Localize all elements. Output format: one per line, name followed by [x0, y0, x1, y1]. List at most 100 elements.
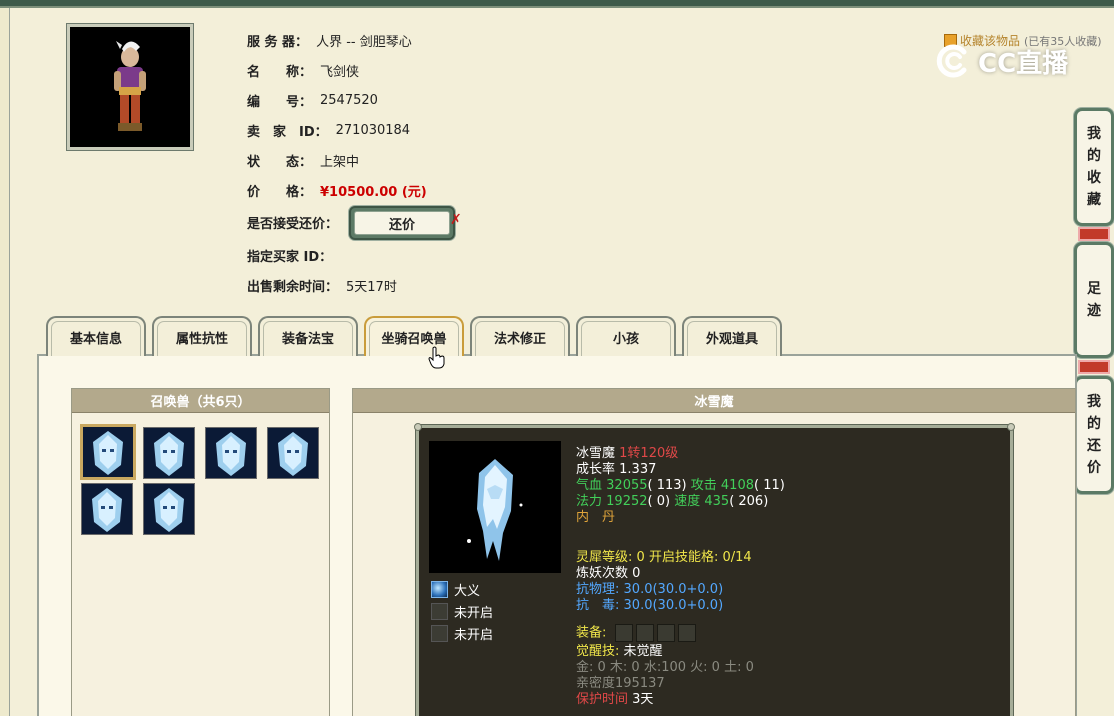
status-value: 上架中	[320, 154, 360, 170]
ice-demon-portrait-icon	[268, 428, 318, 478]
pet-detail-title: 冰雪魔	[353, 389, 1075, 413]
hand-cursor-icon	[428, 346, 445, 369]
lianyao-label: 炼妖次数	[576, 566, 629, 581]
atk-value: 4108	[720, 478, 754, 493]
bargain-label: 是否接受还价：	[247, 216, 339, 232]
my-favorites-button[interactable]: 我 的 收 藏	[1074, 108, 1114, 226]
side-char: 的	[1087, 148, 1101, 164]
pet-thumb[interactable]	[143, 483, 195, 535]
side-char: 收	[1087, 170, 1101, 186]
name-value: 飞剑侠	[320, 64, 360, 80]
remaining-label: 出售剩余时间：	[247, 279, 339, 295]
server-row: 服 务 器： 人界 -- 剑胆琴心	[247, 30, 412, 50]
tab-appearance[interactable]: 外观道具	[682, 316, 782, 356]
bargain-row: 是否接受还价：	[247, 212, 338, 232]
atk-label: 攻击	[690, 478, 717, 493]
server-label: 服 务 器：	[247, 34, 309, 50]
lingxi-row: 灵犀等级: 0 开启技能格: 0/14	[576, 550, 785, 566]
buyer-label: 指定买家 ID：	[247, 249, 333, 265]
equip-slot[interactable]	[614, 624, 633, 642]
skill-locked-icon	[431, 624, 448, 642]
ice-demon-portrait-icon	[82, 484, 132, 534]
protect-row: 保护时间 3天	[576, 692, 785, 708]
name-label: 名 称：	[247, 64, 313, 80]
bargain-button[interactable]: 还价	[349, 206, 455, 240]
skill-name: 未开启	[454, 605, 494, 621]
ice-demon-portrait-icon	[144, 484, 194, 534]
resist-poison-row: 抗 毒: 30.0(30.0+0.0)	[576, 598, 785, 614]
hp-points: ( 113)	[647, 478, 687, 493]
pet-thumb[interactable]	[80, 424, 136, 480]
mp-spd-row: 法力 19252( 0) 速度 435( 206)	[576, 494, 785, 510]
intimacy-label: 亲密度	[576, 676, 616, 691]
cc-live-watermark: CC直播	[934, 42, 1068, 80]
seller-label: 卖 家 ID：	[247, 124, 328, 140]
skill-name: 未开启	[454, 627, 494, 643]
pet-thumb[interactable]	[143, 427, 195, 479]
ice-demon-portrait-icon	[206, 428, 256, 478]
skill-item[interactable]: 未开启	[431, 622, 493, 644]
side-char: 的	[1087, 416, 1101, 432]
awaken-label: 觉醒技:	[576, 644, 620, 659]
tab-spell-correction[interactable]: 法术修正	[470, 316, 570, 356]
equip-label: 装备:	[576, 625, 607, 641]
buyer-row: 指定买家 ID：	[247, 245, 340, 265]
intimacy-value: 195137	[615, 676, 665, 691]
growth-row: 成长率 1.337	[576, 462, 785, 478]
price-value: ¥10500.00 (元)	[320, 184, 427, 200]
skill-item[interactable]: 大义	[431, 578, 493, 600]
id-row: 编 号： 2547520	[247, 90, 378, 110]
skill-locked-icon	[431, 602, 448, 620]
side-char: 藏	[1087, 192, 1101, 208]
equip-slot[interactable]	[635, 624, 654, 642]
resist-phys-label: 抗物理:	[576, 582, 620, 597]
pet-skill-list: 大义 未开启 未开启	[431, 578, 493, 644]
side-char: 价	[1087, 460, 1101, 476]
cc-logo-text: CC直播	[978, 48, 1069, 79]
skillslot-value: 0/14	[722, 550, 752, 565]
equip-slot[interactable]	[677, 624, 696, 642]
skill-item[interactable]: 未开启	[431, 600, 493, 622]
seller-value: 271030184	[335, 122, 411, 138]
intimacy-row: 亲密度195137	[576, 676, 785, 692]
elements-row: 金: 0 木: 0 水:100 火: 0 土: 0	[576, 660, 785, 676]
tab-basic-info[interactable]: 基本信息	[46, 316, 146, 356]
pet-thumb[interactable]	[81, 483, 133, 535]
summons-list-title: 召唤兽（共6只）	[72, 389, 329, 413]
side-char: 还	[1087, 438, 1101, 454]
protect-value: 3天	[632, 692, 654, 707]
name-row: 名 称： 飞剑侠	[247, 60, 359, 80]
growth-label: 成长率	[576, 462, 616, 477]
resist-poison-detail: (30.0+0.0)	[652, 598, 724, 613]
spd-value: 435	[704, 494, 730, 509]
neidan-row: 内 丹	[576, 510, 785, 526]
pet-thumb[interactable]	[267, 427, 319, 479]
server-value: 人界 -- 剑胆琴心	[316, 34, 412, 50]
mp-value: 19252	[606, 494, 648, 509]
top-border	[0, 0, 1114, 8]
price-label: 价 格：	[247, 184, 313, 200]
lianyao-value: 0	[632, 566, 641, 581]
lianyao-row: 炼妖次数 0	[576, 566, 785, 582]
pet-name-row: 冰雪魔 1转120级	[576, 446, 785, 462]
pet-thumb[interactable]	[205, 427, 257, 479]
protect-label: 保护时间	[576, 692, 629, 707]
side-char: 我	[1087, 126, 1101, 142]
tab-children[interactable]: 小孩	[576, 316, 676, 356]
id-value: 2547520	[320, 92, 378, 108]
equip-slot[interactable]	[656, 624, 675, 642]
footprints-button[interactable]: 足 迹	[1074, 242, 1114, 358]
pet-level: 1转120级	[619, 446, 679, 461]
tab-mounts-summons[interactable]: 坐骑召唤兽	[364, 316, 464, 356]
neidan-label: 内 丹	[576, 510, 616, 525]
resist-poison-value: 30.0	[623, 598, 653, 613]
tab-attributes[interactable]: 属性抗性	[152, 316, 252, 356]
my-bargains-button[interactable]: 我 的 还 价	[1074, 376, 1114, 494]
tab-equipment[interactable]: 装备法宝	[258, 316, 358, 356]
cc-logo-icon	[934, 44, 974, 78]
seller-row: 卖 家 ID： 271030184	[247, 120, 410, 140]
hp-value: 32055	[606, 478, 648, 493]
lingxi-label: 灵犀等级:	[576, 550, 633, 565]
